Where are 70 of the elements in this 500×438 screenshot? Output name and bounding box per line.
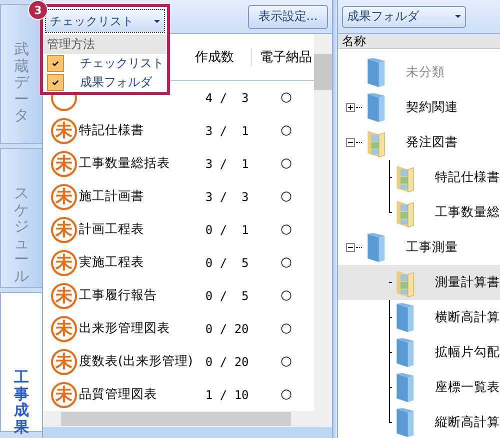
folder-name[interactable]: 工事測量: [406, 239, 458, 256]
sidebar-tab[interactable]: 工事成果: [0, 292, 42, 432]
caret-icon: [154, 20, 160, 22]
selected-tree-row[interactable]: 測量計算書: [338, 265, 500, 300]
column-header: 名称: [342, 34, 366, 48]
document-name: 度数表(出来形管理): [78, 355, 194, 368]
collapse-icon[interactable]: [346, 243, 356, 252]
collapse-icon[interactable]: [346, 138, 356, 147]
folder-name[interactable]: 拡幅片勾配: [435, 344, 500, 361]
document-name: 工事数量総括表: [78, 157, 171, 170]
view-dropdown[interactable]: チェックリスト: [45, 9, 165, 33]
count-cell-text: 0 / 20: [204, 354, 250, 368]
column-header: 電子納品: [259, 49, 312, 66]
delivery-mark: ○: [280, 156, 294, 171]
folder-dropdown[interactable]: 成果フォルダ: [342, 6, 466, 28]
document-name: 特記仕様書: [78, 124, 145, 137]
delivery-mark: ○: [280, 90, 294, 105]
delivery-mark: ○: [280, 189, 294, 204]
folder-name[interactable]: 縦断高計算: [435, 414, 500, 431]
check-icon: [51, 78, 60, 87]
folder-name[interactable]: 発注図書: [406, 134, 458, 151]
delivery-mark: ○: [280, 255, 294, 270]
folder-name[interactable]: 契約関連: [406, 99, 458, 116]
count-cell-text: 0 / 1: [204, 222, 250, 236]
check-box[interactable]: [47, 74, 64, 91]
delivery-mark: ○: [280, 354, 294, 369]
status-stamp: 未: [51, 184, 77, 210]
delivery-mark: ○: [280, 288, 294, 303]
count-cell-text: 3 / 1: [204, 124, 250, 138]
delivery-mark: ○: [280, 321, 294, 336]
document-name: 品質管理図表: [78, 388, 158, 401]
menu-item[interactable]: 成果フォルダ: [80, 74, 152, 91]
menu-group-label: 管理方法: [43, 35, 167, 54]
status-stamp: 未: [51, 316, 77, 342]
delivery-mark: ○: [280, 123, 294, 138]
status-stamp: 未: [51, 150, 77, 176]
count-cell-text: 0 / 5: [204, 256, 250, 270]
count-cell-text: 0 / 20: [204, 322, 250, 336]
folder-name[interactable]: 工事数量総: [435, 204, 500, 221]
status-stamp: 未: [51, 348, 77, 374]
status-stamp: 未: [51, 382, 77, 408]
menu-item[interactable]: チェックリスト: [80, 55, 164, 72]
count-cell-text: 4 / 3: [204, 90, 250, 104]
caret-icon: [455, 15, 461, 18]
check-box[interactable]: [47, 55, 64, 72]
count-cell-text: 3 / 1: [204, 156, 250, 170]
folder-name[interactable]: 座標一覧表: [435, 379, 500, 396]
count-cell-text: 1 / 10: [204, 388, 250, 402]
document-name: 出来形管理図表: [78, 322, 171, 335]
vertical-scrollbar[interactable]: [314, 34, 332, 411]
document-name: 計画工程表: [78, 223, 145, 236]
delivery-mark: ○: [280, 222, 294, 237]
status-stamp: 未: [51, 216, 77, 242]
folder-name[interactable]: 特記仕様書: [435, 169, 500, 186]
document-name: 工事履行報告: [78, 289, 158, 302]
folder-name[interactable]: 測量計算書: [435, 274, 500, 291]
expand-icon[interactable]: [346, 103, 356, 112]
horizontal-scrollbar[interactable]: [43, 411, 332, 427]
document-name: 施工計画書: [78, 190, 145, 203]
display-settings-button[interactable]: 表示設定...: [248, 4, 328, 28]
delivery-mark: ○: [280, 387, 294, 402]
status-stamp: 未: [51, 282, 77, 308]
status-stamp: 未: [51, 118, 77, 144]
document-name: 実施工程表: [78, 256, 145, 269]
folder-name[interactable]: 横断高計算: [435, 309, 500, 326]
check-icon: [51, 59, 60, 68]
count-cell-text: 3 / 3: [204, 190, 250, 204]
status-stamp: 未: [51, 250, 77, 276]
count-cell-text: 0 / 5: [204, 288, 250, 302]
column-header: 作成数: [195, 48, 252, 66]
